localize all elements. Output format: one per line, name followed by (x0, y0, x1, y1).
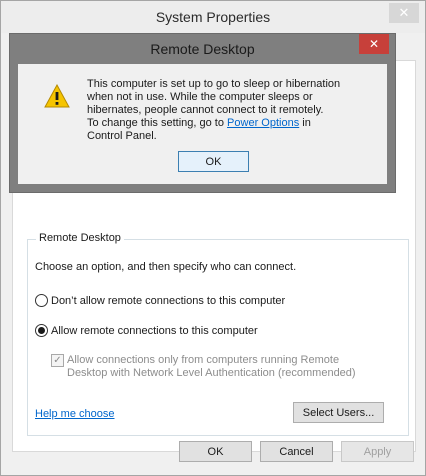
allow-radio[interactable] (35, 324, 48, 337)
nla-label-line1: Allow connections only from computers ru… (67, 354, 340, 366)
dont-allow-radio[interactable] (35, 294, 48, 307)
modal-client-area: This computer is set up to go to sleep o… (18, 64, 387, 184)
remote-desktop-dialog: Remote Desktop ✕ This computer is set up… (9, 33, 396, 193)
modal-message: This computer is set up to go to sleep o… (87, 78, 367, 143)
message-line: Control Panel. (87, 130, 157, 142)
dont-allow-label[interactable]: Don’t allow remote connections to this c… (51, 295, 285, 307)
nla-label-line2: Desktop with Network Level Authenticatio… (67, 367, 356, 379)
remote-desktop-groupbox: Remote Desktop Choose an option, and the… (27, 232, 409, 436)
checkmark-icon: ✓ (53, 355, 62, 366)
warning-icon (44, 84, 70, 108)
cancel-button[interactable]: Cancel (260, 441, 333, 462)
modal-close-button[interactable]: ✕ (359, 34, 389, 54)
help-me-choose-link[interactable]: Help me choose (35, 408, 115, 420)
nla-checkbox[interactable]: ✓ (51, 354, 64, 367)
select-users-button[interactable]: Select Users... (293, 402, 384, 423)
groupbox-legend: Remote Desktop (36, 232, 124, 244)
modal-titlebar: Remote Desktop ✕ (10, 34, 395, 64)
power-options-link[interactable]: Power Options (227, 117, 299, 129)
apply-button[interactable]: Apply (341, 441, 414, 462)
main-close-button[interactable]: ✕ (389, 3, 419, 23)
modal-title: Remote Desktop (150, 41, 255, 57)
main-titlebar: System Properties ✕ (1, 1, 425, 33)
ok-button[interactable]: OK (179, 441, 252, 462)
allow-label[interactable]: Allow remote connections to this compute… (51, 325, 258, 337)
modal-ok-button[interactable]: OK (178, 151, 249, 172)
message-line: hibernates, people cannot connect to it … (87, 104, 324, 116)
instructions-text: Choose an option, and then specify who c… (35, 261, 297, 273)
close-icon: ✕ (398, 5, 410, 20)
message-line: This computer is set up to go to sleep o… (87, 78, 341, 90)
main-window-title: System Properties (155, 9, 271, 25)
message-line: To change this setting, go to Power Opti… (87, 117, 311, 129)
close-icon: ✕ (368, 37, 380, 51)
message-line: when not in use. While the computer slee… (87, 91, 313, 103)
